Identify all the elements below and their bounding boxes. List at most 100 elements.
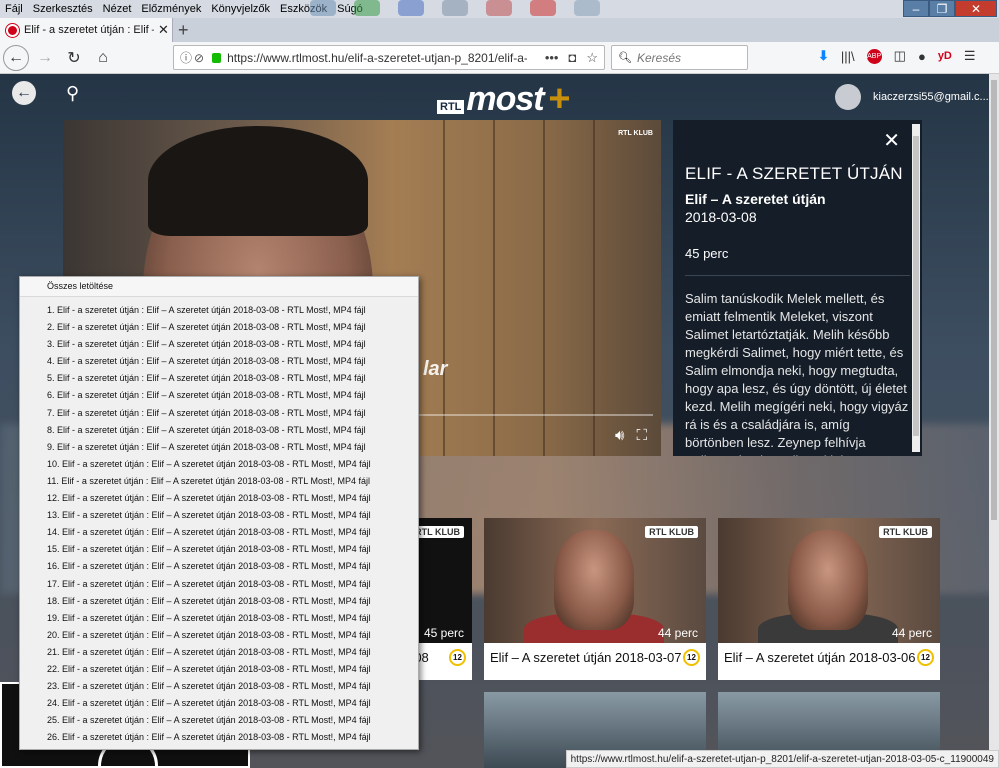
episode-card[interactable]: RTL KLUB 44 perc Elif – A szeretet útján… bbox=[484, 518, 706, 680]
taskbar-app-icon[interactable] bbox=[574, 0, 600, 16]
user-email[interactable]: kiaczerzsi55@gmail.c... bbox=[873, 91, 989, 103]
episode-card[interactable]: RTL KLUB 44 perc Elif – A szeretet útján… bbox=[718, 518, 940, 680]
download-item[interactable]: 19. Elif - a szeretet útján : Elif – A s… bbox=[20, 610, 418, 627]
background-detail bbox=[593, 120, 595, 456]
home-icon[interactable]: ⌂ bbox=[90, 45, 116, 71]
taskbar-app-icon[interactable] bbox=[354, 0, 380, 16]
download-item[interactable]: 20. Elif - a szeretet útján : Elif – A s… bbox=[20, 627, 418, 644]
page-actions-icon[interactable]: ••• bbox=[545, 50, 559, 66]
navigation-bar: ← → ↻ ⌂ ⓘ ⊘ https://www.rtlmost.hu/elif-… bbox=[0, 42, 999, 74]
background-detail bbox=[443, 120, 445, 456]
download-item[interactable]: 13. Elif - a szeretet útján : Elif – A s… bbox=[20, 507, 418, 524]
episode-description: Salim tanúskodik Melek mellett, és emiat… bbox=[685, 291, 909, 456]
adblock-icon[interactable]: ABP bbox=[866, 48, 882, 64]
yd-extension-icon[interactable]: yD bbox=[938, 50, 952, 62]
rtl-klub-logo: RTL KLUB bbox=[645, 526, 698, 538]
download-item[interactable]: 14. Elif - a szeretet útján : Elif – A s… bbox=[20, 524, 418, 541]
card-duration: 44 perc bbox=[891, 626, 932, 640]
download-item[interactable]: 7. Elif - a szeretet útján : Elif – A sz… bbox=[20, 405, 418, 422]
taskbar-app-icon[interactable] bbox=[310, 0, 336, 16]
site-back-icon[interactable]: ← bbox=[12, 81, 36, 105]
menu-view[interactable]: Nézet bbox=[98, 3, 137, 15]
site-info-icon[interactable]: ⓘ bbox=[180, 49, 192, 66]
avatar[interactable] bbox=[835, 84, 861, 110]
volume-icon[interactable]: 🔊︎ bbox=[615, 427, 624, 444]
maximize-button[interactable]: ❐ bbox=[929, 0, 955, 17]
download-item[interactable]: 15. Elif - a szeretet útján : Elif – A s… bbox=[20, 541, 418, 558]
search-bar[interactable]: 🔍︎ bbox=[611, 45, 748, 70]
site-search-icon[interactable]: ⚲ bbox=[66, 83, 79, 104]
download-item[interactable]: 24. Elif - a szeretet útján : Elif – A s… bbox=[20, 695, 418, 712]
progress-bar[interactable] bbox=[418, 414, 653, 416]
download-item[interactable]: 12. Elif - a szeretet útján : Elif – A s… bbox=[20, 490, 418, 507]
download-item[interactable]: 21. Elif - a szeretet útján : Elif – A s… bbox=[20, 644, 418, 661]
search-icon: 🔍︎ bbox=[618, 52, 632, 64]
hamburger-menu-icon[interactable]: ☰ bbox=[964, 48, 976, 64]
rtl-favicon-icon bbox=[6, 23, 19, 37]
url-text[interactable]: https://www.rtlmost.hu/elif-a-szeretet-u… bbox=[227, 51, 527, 65]
download-item[interactable]: 26. Elif - a szeretet útján : Elif – A s… bbox=[20, 729, 418, 746]
download-item[interactable]: 8. Elif - a szeretet útján : Elif – A sz… bbox=[20, 422, 418, 439]
pocket-icon[interactable]: ◘ bbox=[568, 50, 576, 66]
menu-file[interactable]: Fájl bbox=[0, 3, 28, 15]
sidebar-icon[interactable]: ◫ bbox=[894, 48, 906, 64]
minimize-button[interactable]: – bbox=[903, 0, 929, 17]
background-detail bbox=[493, 120, 495, 456]
download-list: 1. Elif - a szeretet útján : Elif – A sz… bbox=[20, 297, 418, 746]
search-input[interactable] bbox=[636, 50, 737, 65]
download-item[interactable]: 2. Elif - a szeretet útján : Elif – A sz… bbox=[20, 319, 418, 336]
new-tab-icon[interactable]: + bbox=[178, 20, 189, 41]
taskbar-app-icon[interactable] bbox=[486, 0, 512, 16]
tab-close-icon[interactable]: ✕ bbox=[158, 22, 169, 38]
download-item[interactable]: 6. Elif - a szeretet útján : Elif – A sz… bbox=[20, 387, 418, 404]
close-icon[interactable]: ✕ bbox=[883, 128, 900, 153]
download-item[interactable]: 16. Elif - a szeretet útján : Elif – A s… bbox=[20, 558, 418, 575]
download-item[interactable]: 5. Elif - a szeretet útján : Elif – A sz… bbox=[20, 370, 418, 387]
download-item[interactable]: 25. Elif - a szeretet útján : Elif – A s… bbox=[20, 712, 418, 729]
status-bar-url: https://www.rtlmost.hu/elif-a-szeretet-u… bbox=[565, 750, 999, 768]
tab-active[interactable]: Elif - a szeretet útján : Elif – A sz ✕ bbox=[0, 18, 173, 42]
forward-icon[interactable]: → bbox=[32, 45, 58, 71]
taskbar-app-icon[interactable] bbox=[530, 0, 556, 16]
download-item[interactable]: 10. Elif - a szeretet útján : Elif – A s… bbox=[20, 456, 418, 473]
downloads-icon[interactable]: ⬇ bbox=[818, 48, 829, 64]
download-item[interactable]: 1. Elif - a szeretet útján : Elif – A sz… bbox=[20, 302, 418, 319]
age-rating-badge: 12 bbox=[449, 649, 466, 666]
download-item[interactable]: 9. Elif - a szeretet útján : Elif – A sz… bbox=[20, 439, 418, 456]
card-duration: 44 perc bbox=[657, 626, 698, 640]
back-icon[interactable]: ← bbox=[3, 44, 29, 71]
download-item[interactable]: 22. Elif - a szeretet útján : Elif – A s… bbox=[20, 661, 418, 678]
download-item[interactable]: 11. Elif - a szeretet útján : Elif – A s… bbox=[20, 473, 418, 490]
page-scrollbar[interactable] bbox=[989, 74, 999, 768]
menu-history[interactable]: Előzmények bbox=[136, 3, 206, 15]
permissions-icon[interactable]: ⊘ bbox=[194, 51, 204, 65]
menu-bookmarks[interactable]: Könyvjelzők bbox=[206, 3, 275, 15]
age-rating-badge: 12 bbox=[683, 649, 700, 666]
download-all-popup: Összes letöltése 1. Elif - a szeretet út… bbox=[19, 276, 419, 750]
rtl-klub-logo: RTL KLUB bbox=[879, 526, 932, 538]
close-window-button[interactable]: ✕ bbox=[955, 0, 997, 17]
download-item[interactable]: 4. Elif - a szeretet útján : Elif – A sz… bbox=[20, 353, 418, 370]
panel-scrollbar[interactable] bbox=[912, 124, 920, 452]
library-icon[interactable]: |||\ bbox=[841, 49, 855, 64]
address-bar[interactable]: ⓘ ⊘ https://www.rtlmost.hu/elif-a-szeret… bbox=[173, 45, 605, 70]
card-title: Elif – A szeretet útján 2018-03-06 bbox=[724, 650, 916, 665]
download-item[interactable]: 18. Elif - a szeretet útján : Elif – A s… bbox=[20, 593, 418, 610]
rtl-most-logo[interactable]: RTL most + bbox=[437, 78, 570, 121]
taskbar-app-icon[interactable] bbox=[398, 0, 424, 16]
extension-icon[interactable]: ● bbox=[918, 49, 926, 64]
download-item[interactable]: 3. Elif - a szeretet útján : Elif – A sz… bbox=[20, 336, 418, 353]
download-all-header[interactable]: Összes letöltése bbox=[20, 277, 418, 297]
card-duration: 45 perc bbox=[423, 626, 464, 640]
episode-date: 2018-03-08 bbox=[685, 209, 757, 225]
reload-icon[interactable]: ↻ bbox=[61, 45, 87, 71]
fullscreen-icon[interactable]: ⛶ bbox=[636, 427, 647, 444]
taskbar-app-icon[interactable] bbox=[442, 0, 468, 16]
channel-badge: RTL KLUB bbox=[618, 130, 653, 137]
background-detail bbox=[543, 120, 545, 456]
bookmark-star-icon[interactable]: ☆ bbox=[586, 50, 598, 66]
download-item[interactable]: 17. Elif - a szeretet útján : Elif – A s… bbox=[20, 576, 418, 593]
toolbar-icons: ⬇ |||\ ABP ◫ ● yD ☰ bbox=[818, 48, 976, 64]
menu-edit[interactable]: Szerkesztés bbox=[28, 3, 98, 15]
download-item[interactable]: 23. Elif - a szeretet útján : Elif – A s… bbox=[20, 678, 418, 695]
